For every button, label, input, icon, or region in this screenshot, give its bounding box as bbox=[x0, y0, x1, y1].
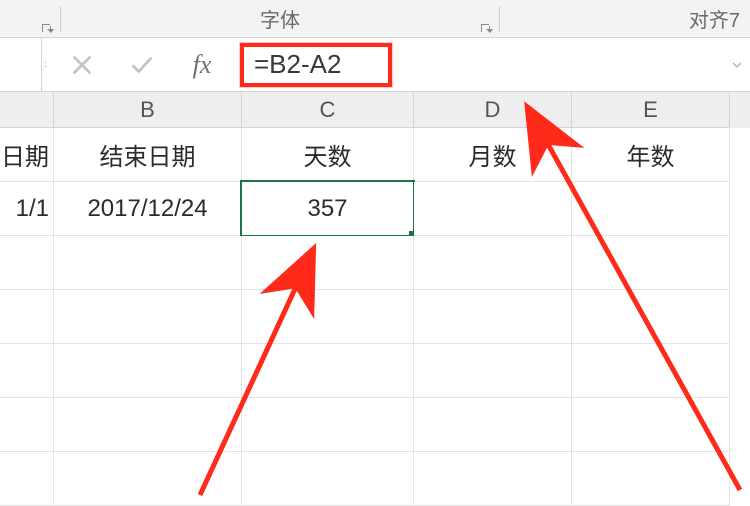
cell[interactable] bbox=[414, 290, 572, 344]
cell[interactable] bbox=[242, 452, 414, 506]
formula-bar: fx bbox=[0, 38, 750, 92]
cell-E1[interactable]: 年数 bbox=[572, 128, 730, 182]
ribbon-group-clipboard-stub bbox=[0, 0, 60, 37]
enter-button[interactable] bbox=[112, 38, 172, 91]
dialog-launcher-icon[interactable] bbox=[40, 19, 54, 33]
cell[interactable] bbox=[54, 398, 242, 452]
cell[interactable] bbox=[54, 344, 242, 398]
cell[interactable] bbox=[572, 452, 730, 506]
table-row: 1/1 2017/12/24 357 bbox=[0, 182, 750, 236]
rows: 日期 结束日期 天数 月数 年数 1/1 2017/12/24 357 bbox=[0, 128, 750, 506]
column-headers-row: B C D E bbox=[0, 92, 750, 128]
column-header-E[interactable]: E bbox=[572, 92, 730, 128]
select-all-corner[interactable] bbox=[0, 92, 54, 128]
dialog-launcher-icon[interactable] bbox=[479, 19, 493, 33]
cell-A2-partial[interactable]: 1/1 bbox=[0, 182, 54, 236]
cell-D2[interactable] bbox=[414, 182, 572, 236]
cell[interactable] bbox=[572, 398, 730, 452]
cell[interactable] bbox=[0, 290, 54, 344]
cell[interactable] bbox=[242, 398, 414, 452]
cell[interactable] bbox=[414, 452, 572, 506]
formula-input[interactable] bbox=[232, 49, 728, 80]
cell-B2[interactable]: 2017/12/24 bbox=[54, 182, 242, 236]
ribbon-group-labels: 字体 对齐7 bbox=[0, 0, 750, 38]
cell-D1[interactable]: 月数 bbox=[414, 128, 572, 182]
ribbon-group-alignment-label: 对齐7 bbox=[689, 4, 740, 33]
cell[interactable] bbox=[572, 344, 730, 398]
insert-function-button[interactable]: fx bbox=[172, 50, 232, 80]
cell[interactable] bbox=[54, 452, 242, 506]
cell-B1[interactable]: 结束日期 bbox=[54, 128, 242, 182]
column-header-B[interactable]: B bbox=[54, 92, 242, 128]
cell-A1-partial[interactable]: 日期 bbox=[0, 128, 54, 182]
cell[interactable] bbox=[0, 344, 54, 398]
ribbon-group-font: 字体 bbox=[61, 0, 499, 37]
formula-bar-expand-icon[interactable] bbox=[728, 38, 746, 91]
cell-C2-value: 357 bbox=[307, 195, 347, 223]
cell[interactable] bbox=[242, 236, 414, 290]
table-row bbox=[0, 398, 750, 452]
cell[interactable] bbox=[414, 344, 572, 398]
ribbon-group-font-label: 字体 bbox=[260, 4, 300, 33]
table-row bbox=[0, 344, 750, 398]
cell[interactable] bbox=[242, 344, 414, 398]
cell-C2-active[interactable]: 357 bbox=[242, 182, 414, 236]
cell[interactable] bbox=[572, 290, 730, 344]
cell-C1[interactable]: 天数 bbox=[242, 128, 414, 182]
cell[interactable] bbox=[572, 236, 730, 290]
formula-input-wrap bbox=[232, 38, 728, 91]
table-row bbox=[0, 452, 750, 506]
table-row bbox=[0, 290, 750, 344]
cell[interactable] bbox=[54, 236, 242, 290]
ribbon-group-alignment: 对齐7 bbox=[500, 0, 750, 37]
name-box[interactable] bbox=[0, 38, 42, 91]
cell[interactable] bbox=[0, 398, 54, 452]
cell[interactable] bbox=[242, 290, 414, 344]
name-box-dropdown-icon[interactable] bbox=[42, 38, 52, 92]
formula-buttons: fx bbox=[42, 38, 232, 91]
worksheet-grid: B C D E 日期 结束日期 天数 月数 年数 1/1 2017/12/24 … bbox=[0, 92, 750, 506]
cell[interactable] bbox=[54, 290, 242, 344]
cell[interactable] bbox=[0, 236, 54, 290]
cell[interactable] bbox=[414, 236, 572, 290]
cell-E2[interactable] bbox=[572, 182, 730, 236]
cancel-button[interactable] bbox=[52, 38, 112, 91]
column-header-C[interactable]: C bbox=[242, 92, 414, 128]
column-header-D[interactable]: D bbox=[414, 92, 572, 128]
cell[interactable] bbox=[0, 452, 54, 506]
table-row: 日期 结束日期 天数 月数 年数 bbox=[0, 128, 750, 182]
cell[interactable] bbox=[414, 398, 572, 452]
table-row bbox=[0, 236, 750, 290]
